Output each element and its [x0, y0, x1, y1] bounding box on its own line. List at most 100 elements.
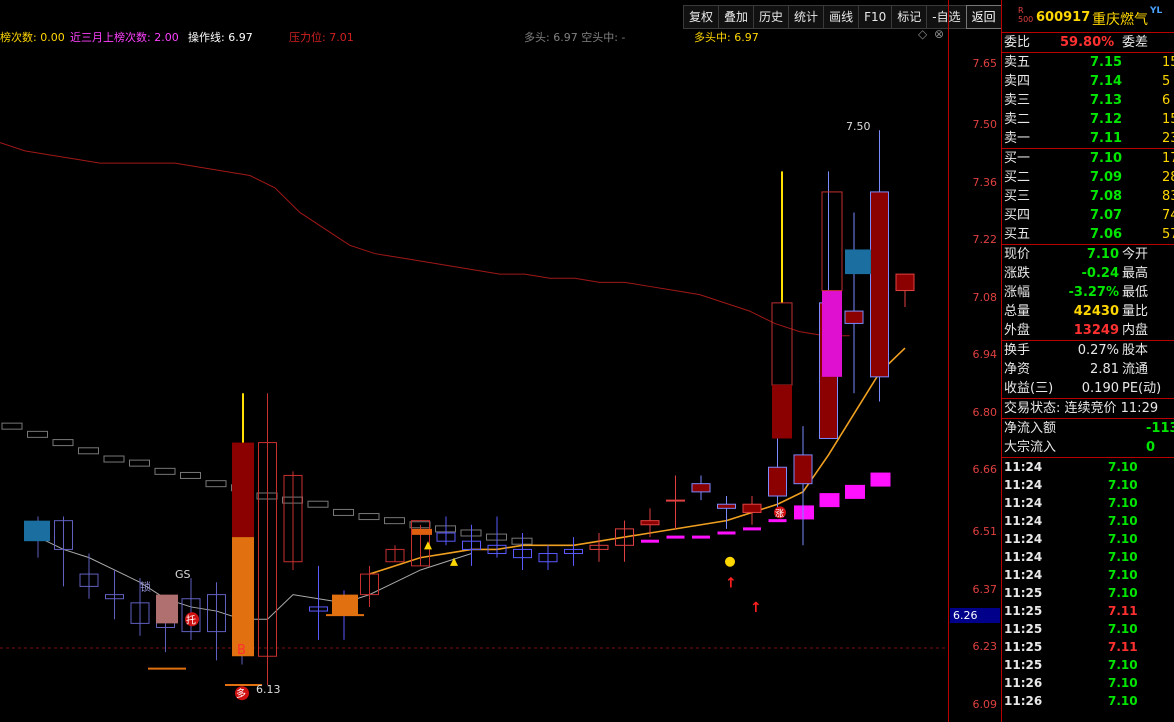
fund-label-2: 流通 [1122, 362, 1149, 377]
tick-price: 7.10 [1108, 586, 1138, 600]
kline-svg[interactable]: ↑↑↑7.506.13BGS锁托多涨 [0, 44, 948, 722]
indicator-operation-line: 操作线: 6.97 [188, 31, 253, 44]
candle-body [742, 503, 762, 513]
weibi-value: 59.80% [1060, 35, 1115, 50]
tick-row: 11:25 7.11 [1002, 638, 1174, 656]
tick-price: 7.10 [1108, 622, 1138, 636]
ma-step-gray [129, 459, 150, 467]
pink-block [156, 594, 178, 624]
stock-code: 600917 [1036, 10, 1091, 25]
tick-time: 11:24 [1004, 514, 1043, 528]
sell-order-row: 卖一 7.11 23 [1002, 129, 1174, 148]
tick-time: 11:24 [1004, 550, 1043, 564]
tick-time: 11:25 [1004, 586, 1043, 600]
order-volume: 83 [1162, 189, 1174, 204]
fund-value: 2.81 [1090, 362, 1119, 377]
duo-label: 多 [236, 687, 246, 700]
tick-time: 11:24 [1004, 532, 1043, 546]
ma-step-gray [333, 508, 354, 516]
price-axis-label: 6.80 [972, 405, 998, 419]
price-axis-label: 6.23 [972, 640, 998, 654]
red-hollow-candle [821, 191, 843, 292]
order-price: 7.09 [1090, 170, 1123, 185]
order-price: 7.14 [1090, 74, 1123, 89]
ma-step-gray [180, 471, 201, 479]
magenta-signal-bar [870, 472, 891, 487]
toolbar-button-fuquan[interactable]: 复权 [683, 5, 720, 29]
tick-time: 11:26 [1004, 676, 1043, 690]
toolbar-button-f10[interactable]: F10 [858, 5, 893, 29]
capital-flow: 净流入额 -113 大宗流入 0 [1002, 419, 1174, 458]
quote-label: 外盘 [1004, 323, 1031, 338]
diamond-icon[interactable]: ◇ [918, 27, 927, 41]
indicator-resistance: 压力位: 7.01 [289, 31, 354, 44]
indicator-bar: 榜次数: 0.00 近三月上榜次数: 2.00 操作线: 6.97 压力位: 7… [0, 27, 948, 45]
close-circle-icon[interactable]: ⊗ [934, 27, 944, 41]
toolbar-button-draw[interactable]: 画线 [823, 5, 860, 29]
magenta-candle [822, 290, 842, 377]
quote-label-2: 今开 [1122, 247, 1149, 262]
ma-step-gray [307, 500, 329, 508]
toolbar-button-mark[interactable]: 标记 [891, 5, 928, 29]
ma-step-gray [154, 467, 176, 475]
price-axis-label: 7.36 [972, 175, 998, 189]
toolbar-button-statistics[interactable]: 统计 [788, 5, 825, 29]
big-orange-candle-lower [232, 537, 254, 657]
toolbar-button-overlay[interactable]: 叠加 [718, 5, 755, 29]
ma-step-gray [384, 517, 405, 525]
tick-price: 7.11 [1108, 640, 1138, 654]
fund-label: 收益(三) [1004, 381, 1054, 396]
red-hollow-candle [771, 302, 793, 386]
order-price: 7.10 [1090, 151, 1123, 166]
fund-label-2: PE(动) [1122, 381, 1162, 396]
tick-list[interactable]: 11:24 7.10 11:24 7.10 11:24 7.10 11:24 7.10 11:2… [1002, 458, 1174, 710]
price-axis-label: 6.51 [972, 524, 998, 538]
buy-order-row: 买五 7.06 57 [1002, 225, 1174, 244]
magenta-signal-bar [819, 493, 840, 508]
trend-line-white [37, 536, 472, 620]
blue-signal-block [24, 520, 50, 542]
fund-value: 0.27% [1077, 343, 1119, 358]
tuo-label: 托 [186, 613, 196, 626]
order-level-label: 买四 [1004, 208, 1031, 223]
tick-time: 11:26 [1004, 694, 1043, 708]
order-level-label: 卖四 [1004, 74, 1031, 89]
indicator-bull-mid: 多头中: 6.97 [694, 31, 759, 44]
buy-marker-b: B [237, 643, 246, 658]
order-price: 7.06 [1090, 227, 1123, 242]
quote-value: -0.24 [1081, 266, 1119, 281]
fund-row: 收益(三) 0.190 PE(动) [1002, 379, 1174, 398]
order-level-label: 买三 [1004, 189, 1031, 204]
fund-row: 换手 0.27% 股本 [1002, 341, 1174, 360]
ma-step-gray [1, 422, 23, 430]
magenta-signal-bar [641, 539, 659, 543]
current-price-marker: 6.26 [950, 608, 1000, 623]
price-axis-label: 7.65 [972, 56, 998, 70]
tick-price: 7.10 [1108, 496, 1138, 510]
yellow-triangle-marker [450, 557, 458, 566]
tick-row: 11:26 7.10 [1002, 692, 1174, 710]
toolbar-button-history[interactable]: 历史 [753, 5, 790, 29]
price-axis-label: 6.94 [972, 348, 998, 362]
fundamental-stats: 换手 0.27% 股本净资 2.81 流通收益(三) 0.190 PE(动) [1002, 341, 1174, 399]
sell-order-row: 卖四 7.14 5 [1002, 72, 1174, 91]
weicha-label: 委差 [1122, 35, 1149, 50]
red-up-arrow: ↑ [750, 600, 762, 616]
order-level-label: 卖二 [1004, 112, 1031, 127]
indicator-three-month-count: 近三月上榜次数: 2.00 [70, 31, 179, 44]
kline-chart-area[interactable]: 复权 叠加 历史 统计 画线 F10 标记 -自选 返回 榜次数: 0.00 近… [0, 0, 1002, 722]
price-axis-label: 7.22 [972, 233, 998, 247]
suo-label: 锁 [140, 580, 151, 594]
tick-row: 11:25 7.10 [1002, 584, 1174, 602]
sell-order-row: 卖五 7.15 15 [1002, 53, 1174, 72]
order-price: 7.07 [1090, 208, 1123, 223]
fund-label: 净资 [1004, 362, 1031, 377]
yellow-dot-marker [725, 556, 735, 567]
sell-order-row: 卖三 7.13 6 [1002, 91, 1174, 110]
order-volume: 57 [1162, 227, 1174, 242]
tick-price: 7.10 [1108, 658, 1138, 672]
flow-label: 净流入额 [1004, 421, 1057, 436]
tick-price: 7.10 [1108, 676, 1138, 690]
tick-time: 11:24 [1004, 478, 1043, 492]
tick-price: 7.10 [1108, 550, 1138, 564]
